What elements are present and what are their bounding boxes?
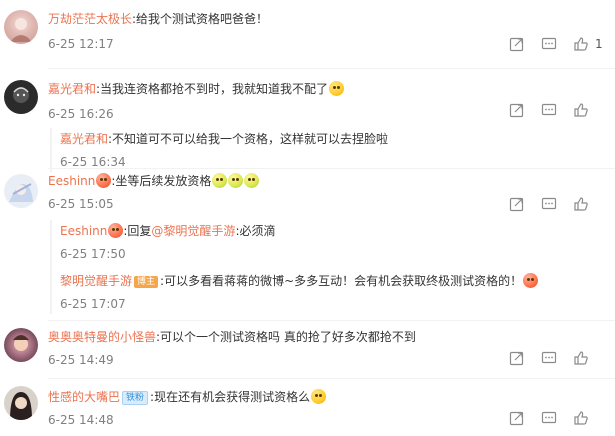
comment-actions	[507, 410, 607, 428]
comment-text: 万劫茫茫太极长:给我个测试资格吧爸爸！	[48, 10, 605, 28]
forward-icon[interactable]	[509, 196, 525, 212]
reply-body: :可以多看看蒋蒋的微博~多多互动！会有机会获取终极测试资格的！	[160, 274, 523, 288]
crying-emoji-icon	[329, 81, 345, 96]
comment-icon[interactable]	[541, 350, 557, 366]
reply-body: :不知道可不可以给我一个资格，这样就可以去捏脸啦	[108, 132, 389, 146]
comment-2: 嘉光君和:当我连资格都抢不到时，我就知道我不配了 6-25 16:26 嘉光君和…	[0, 76, 615, 176]
reply-text: Eeshinn :回复@黎明觉醒手游:必须滴	[60, 222, 605, 240]
comment-icon[interactable]	[541, 36, 557, 52]
like-icon[interactable]	[573, 350, 589, 366]
emoji-icon	[244, 173, 260, 188]
grin-emoji-icon	[311, 389, 327, 404]
avatar[interactable]	[4, 10, 38, 44]
comment-1: 万劫茫茫太极长:给我个测试资格吧爸爸！ 6-25 12:17 1	[0, 6, 615, 64]
reply-thread: Eeshinn :回复@黎明觉醒手游:必须滴 6-25 17:50 黎明觉醒手游博…	[50, 220, 605, 314]
comment-body: :当我连资格都抢不到时，我就知道我不配了	[96, 82, 329, 96]
avatar[interactable]	[4, 80, 38, 114]
forward-icon[interactable]	[509, 350, 525, 366]
badge-emoji-icon	[96, 173, 112, 188]
comment-5: 性感的大嘴巴 铁粉:现在还有机会获得测试资格么 6-25 14:48	[0, 384, 615, 434]
like-icon[interactable]	[573, 102, 589, 118]
timestamp: 6-25 17:07	[60, 297, 126, 311]
comment-actions: 1	[507, 36, 607, 54]
comment-actions	[507, 350, 607, 368]
comment-4: 奥奥奥特曼的小怪兽:可以个一个测试资格吗 真的抢了好多次都抢不到 6-25 14…	[0, 326, 615, 376]
comment-3: Eeshinn:坐等后续发放资格 6-25 15:05 Eeshinn:回复@黎…	[0, 172, 615, 318]
comment-text: 嘉光君和:当我连资格都抢不到时，我就知道我不配了	[48, 80, 605, 98]
reply-thread: 嘉光君和:不知道可不可以给我一个资格，这样就可以去捏脸啦 6-25 16:34	[50, 128, 605, 172]
comment-text: 性感的大嘴巴 铁粉:现在还有机会获得测试资格么	[48, 388, 605, 406]
forward-icon[interactable]	[509, 36, 525, 52]
badge-emoji-icon	[108, 223, 124, 238]
comment-body: :坐等后续发放资格	[111, 174, 212, 188]
mention-link[interactable]: @黎明觉醒手游	[151, 224, 235, 238]
emoji-icon	[228, 173, 244, 188]
username[interactable]: Eeshinn	[48, 174, 95, 188]
like-icon[interactable]	[573, 196, 589, 212]
reply-text: 黎明觉醒手游 博主:可以多看看蒋蒋的微博~多多互动！会有机会获取终极测试资格的！	[60, 272, 605, 290]
divider	[48, 68, 615, 69]
avatar[interactable]	[4, 328, 38, 362]
comment-actions	[507, 196, 607, 214]
like-icon[interactable]	[573, 410, 589, 426]
comment-icon[interactable]	[541, 410, 557, 426]
divider	[48, 320, 615, 321]
username[interactable]: 嘉光君和	[60, 132, 108, 146]
reply-text: 嘉光君和:不知道可不可以给我一个资格，这样就可以去捏脸啦	[60, 130, 605, 148]
username[interactable]: 万劫茫茫太极长	[48, 12, 132, 26]
forward-icon[interactable]	[509, 410, 525, 426]
username[interactable]: 奥奥奥特曼的小怪兽	[48, 330, 156, 344]
like-count: 1	[595, 37, 603, 51]
comment-body: :可以个一个测试资格吗 真的抢了好多次都抢不到	[156, 330, 416, 344]
username[interactable]: Eeshinn	[60, 224, 107, 238]
like-icon[interactable]	[573, 36, 589, 52]
username[interactable]: 嘉光君和	[48, 82, 96, 96]
comment-body: :现在还有机会获得测试资格么	[150, 390, 311, 404]
divider	[48, 168, 615, 169]
fan-badge: 铁粉	[122, 391, 149, 405]
emoji-icon	[212, 173, 228, 188]
comment-icon[interactable]	[541, 196, 557, 212]
username[interactable]: 黎明觉醒手游	[60, 274, 132, 288]
username[interactable]: 性感的大嘴巴	[48, 390, 120, 404]
comment-text: 奥奥奥特曼的小怪兽:可以个一个测试资格吗 真的抢了好多次都抢不到	[48, 328, 605, 346]
comment-body: :给我个测试资格吧爸爸！	[132, 12, 269, 26]
reply-body: :必须滴	[235, 224, 276, 238]
avatar[interactable]	[4, 386, 38, 420]
reply-label: :回复	[123, 224, 152, 238]
comment-icon[interactable]	[541, 102, 557, 118]
forward-icon[interactable]	[509, 102, 525, 118]
avatar[interactable]	[4, 174, 38, 208]
comment-actions	[507, 102, 607, 120]
author-badge: 博主	[134, 276, 159, 288]
timestamp: 6-25 17:50	[60, 247, 126, 261]
divider	[48, 378, 615, 379]
emoji-icon	[523, 273, 539, 288]
comment-text: Eeshinn :坐等后续发放资格	[48, 172, 605, 190]
